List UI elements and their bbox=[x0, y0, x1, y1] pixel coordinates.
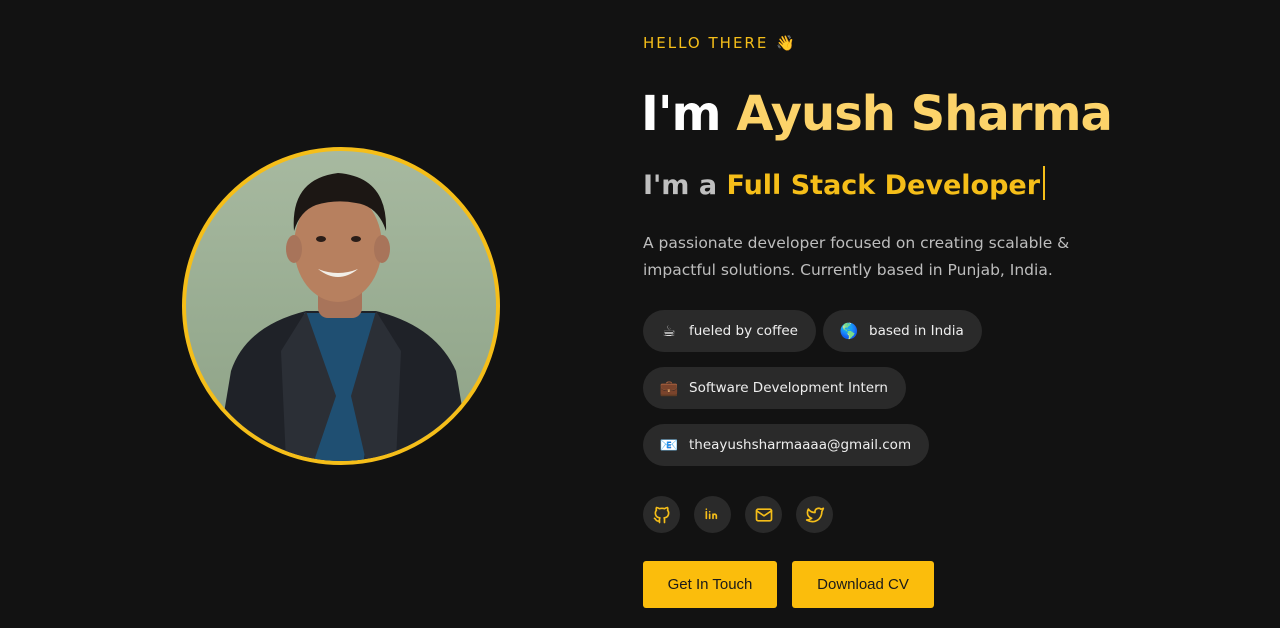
globe-icon: 🌎 bbox=[839, 322, 859, 340]
linkedin-icon bbox=[705, 507, 717, 519]
github-icon bbox=[653, 506, 669, 523]
greeting-text: HELLO THERE bbox=[643, 34, 769, 52]
bio-text: A passionate developer focused on creati… bbox=[643, 234, 1070, 279]
portrait-illustration bbox=[216, 173, 471, 461]
hero-section: HELLO THERE 👋 I'm Ayush Sharma I'm a Full… bbox=[0, 0, 1280, 628]
chip-label: fueled by coffee bbox=[689, 323, 798, 339]
github-link[interactable] bbox=[643, 496, 680, 533]
chip-job: 💼 Software Development Intern bbox=[643, 367, 906, 409]
typing-caret bbox=[1043, 166, 1046, 200]
download-cv-button[interactable]: Download CV bbox=[792, 561, 934, 608]
name-highlight: Ayush Sharma bbox=[736, 86, 1113, 142]
chip-label: theayushsharmaaaa@gmail.com bbox=[689, 437, 912, 453]
chip-coffee: ☕ fueled by coffee bbox=[643, 310, 816, 352]
mail-icon bbox=[755, 507, 772, 522]
name-prefix: I'm bbox=[641, 86, 722, 142]
linkedin-link[interactable] bbox=[694, 496, 731, 533]
chip-location: 🌎 based in India bbox=[823, 310, 982, 352]
chip-email[interactable]: 📧 theayushsharmaaaa@gmail.com bbox=[643, 424, 930, 466]
twitter-link[interactable] bbox=[796, 496, 833, 533]
page-title: I'm Ayush Sharma bbox=[641, 86, 1113, 142]
chip-label: based in India bbox=[869, 323, 964, 339]
get-in-touch-button[interactable]: Get In Touch bbox=[643, 561, 777, 608]
chip-label: Software Development Intern bbox=[689, 380, 888, 396]
greeting: HELLO THERE 👋 bbox=[643, 34, 795, 52]
wave-icon: 👋 bbox=[776, 34, 796, 52]
briefcase-icon: 💼 bbox=[659, 379, 679, 397]
role-line: I'm a Full Stack Developer bbox=[643, 166, 1046, 201]
role-typed: Full Stack Developer bbox=[726, 170, 1041, 201]
profile-photo bbox=[182, 147, 500, 465]
twitter-icon bbox=[805, 506, 824, 522]
coffee-icon: ☕ bbox=[662, 322, 676, 340]
role-prefix: I'm a bbox=[643, 170, 718, 201]
email-icon: 📧 bbox=[659, 436, 679, 454]
mail-link[interactable] bbox=[745, 496, 782, 533]
